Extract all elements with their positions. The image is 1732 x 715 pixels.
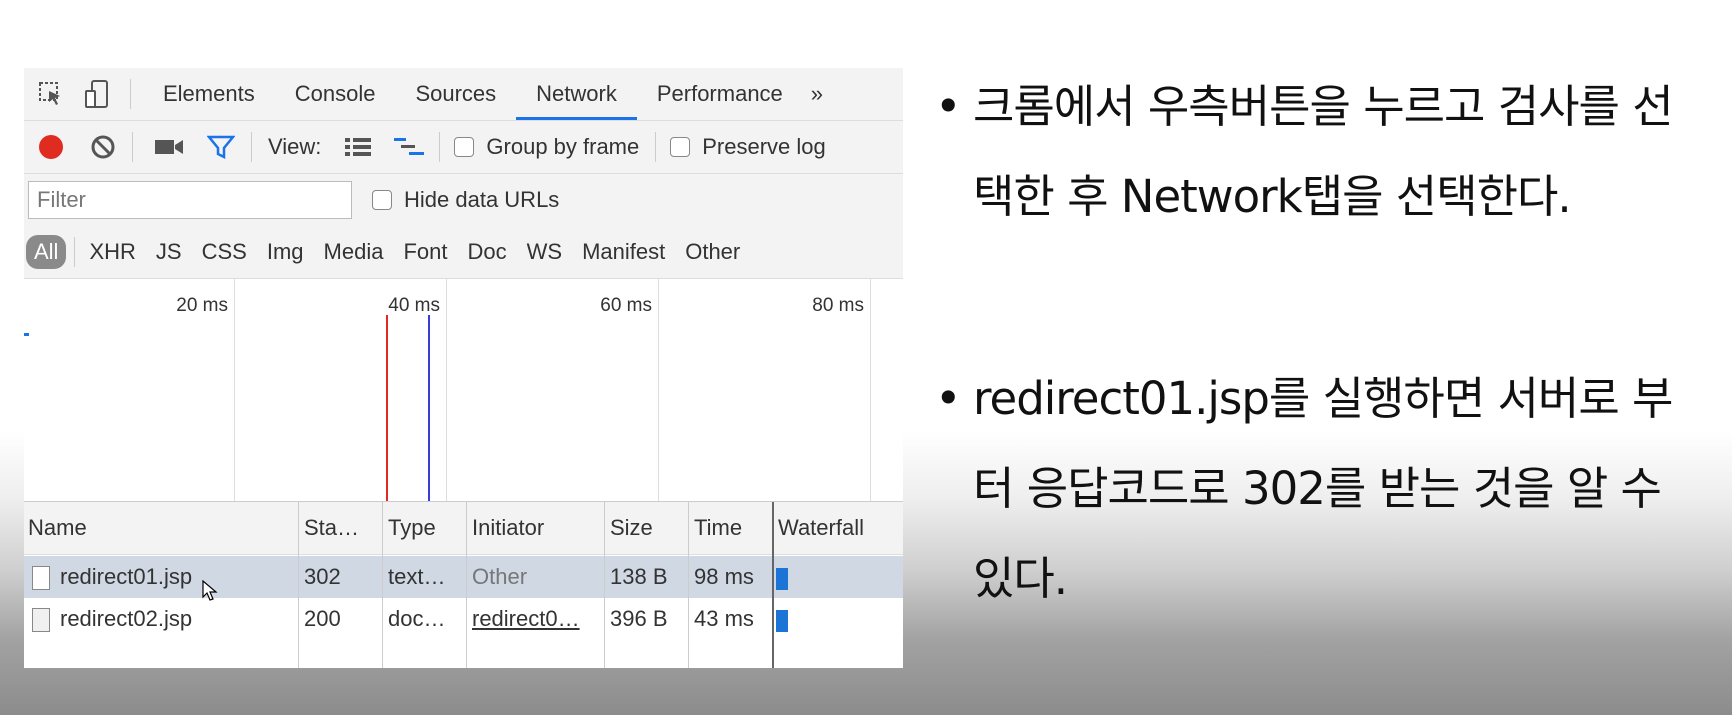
type-filter-media[interactable]: Media [314,239,394,265]
load-event-line [386,315,388,501]
request-name-cell[interactable]: redirect01.jsp [24,556,298,598]
hide-data-urls-label: Hide data URLs [404,187,560,212]
network-toolbar: View: Group by frame Preserve log [24,121,903,174]
type-cell: text… [388,564,446,589]
document-file-icon [32,608,50,633]
timeline-tick-label: 20 ms [176,295,228,316]
record-icon[interactable] [36,134,66,160]
bullet-dot: • [935,80,962,133]
column-header-size[interactable]: Size [606,502,690,554]
initiator-cell: Other [472,564,528,589]
large-rows-list-icon[interactable] [343,136,373,158]
group-by-frame-checkbox[interactable] [454,137,475,157]
status-cell: 200 [304,606,341,631]
request-name: redirect01.jsp [60,564,193,589]
type-filter-css[interactable]: CSS [192,239,257,265]
tab-network[interactable]: Network [516,68,637,120]
column-header-time[interactable]: Time [690,502,774,554]
tab-sources[interactable]: Sources [395,68,516,120]
resource-type-filter-bar: All XHR JS CSS Img Media Font Doc WS Man… [24,226,903,279]
column-divider [688,502,689,668]
note-text: redirect01.jsp를 실행하면 서버로 부터 응답코드로 302를 받… [973,372,1673,605]
timeline-tick-label: 80 ms [812,295,864,316]
hide-data-urls-checkbox[interactable] [372,190,392,210]
type-filter-doc[interactable]: Doc [457,239,516,265]
divider [130,79,131,109]
column-header-status[interactable]: Sta… [300,502,384,554]
initiator-link[interactable]: redirect0… [468,598,602,640]
timeline-gridline [446,279,447,501]
waterfall-bar [776,610,788,632]
size-cell: 396 B [610,606,668,631]
clear-icon[interactable] [88,134,118,160]
filter-funnel-icon[interactable] [205,134,237,160]
timeline-request-tick [24,333,29,336]
time-cell: 43 ms [694,606,754,631]
type-filter-font[interactable]: Font [393,239,457,265]
waterfall-divider [772,502,774,668]
column-divider [298,502,299,668]
column-header-initiator[interactable]: Initiator [468,502,602,554]
type-filter-other[interactable]: Other [675,239,750,265]
more-tabs-chevron-icon[interactable]: » [803,68,831,120]
filter-input[interactable] [28,181,352,219]
column-header-waterfall[interactable]: Waterfall [774,502,903,554]
dom-content-loaded-line [428,315,430,501]
timeline-tick-label: 40 ms [388,295,440,316]
overview-waterfall-icon[interactable] [393,136,425,158]
column-divider [466,502,467,668]
divider [74,237,76,267]
tab-console[interactable]: Console [275,68,396,120]
file-icon [32,566,50,591]
type-filter-all[interactable]: All [26,235,67,269]
group-by-frame-label: Group by frame [486,134,640,159]
status-cell: 302 [304,564,341,589]
tab-performance[interactable]: Performance [637,68,803,120]
network-request-table: Name Sta… Type Initiator Size Time Water… [24,502,903,668]
type-cell: doc… [388,606,446,631]
tab-elements[interactable]: Elements [143,68,275,120]
size-cell: 138 B [610,564,668,589]
column-divider [604,502,605,668]
devtools-panel: Elements Console Sources Network Perform… [24,68,903,668]
filter-bar: Hide data URLs [24,174,903,226]
device-toolbar-icon[interactable] [82,79,112,109]
timeline-tick-label: 60 ms [600,295,652,316]
type-filter-xhr[interactable]: XHR [79,239,145,265]
type-filter-js[interactable]: JS [146,239,192,265]
time-cell: 98 ms [694,564,754,589]
timeline-gridline [658,279,659,501]
type-filter-img[interactable]: Img [257,239,314,265]
divider [132,132,133,162]
inspect-element-icon[interactable] [36,81,66,107]
view-label: View: [268,134,322,159]
type-filter-manifest[interactable]: Manifest [572,239,675,265]
bullet-dot: • [935,372,962,425]
column-header-type[interactable]: Type [384,502,468,554]
divider [251,132,252,162]
waterfall-bar [776,568,788,590]
divider [439,132,441,162]
overview-timeline[interactable]: 20 ms 40 ms 60 ms 80 ms [24,279,903,502]
timeline-gridline [870,279,871,501]
preserve-log-label: Preserve log [702,134,826,159]
type-filter-ws[interactable]: WS [517,239,572,265]
timeline-gridline [234,279,235,501]
column-header-name[interactable]: Name [24,502,318,554]
mouse-cursor-icon [202,579,218,607]
request-name-cell[interactable]: redirect02.jsp [24,598,298,640]
devtools-tab-bar: Elements Console Sources Network Perform… [24,68,903,121]
screenshot-camera-icon[interactable] [153,137,185,157]
request-name: redirect02.jsp [60,606,193,631]
preserve-log-checkbox[interactable] [670,137,691,157]
note-text: 크롬에서 우측버튼을 누르고 검사를 선택한 후 Network탭을 선택한다. [973,80,1674,223]
divider [655,132,657,162]
column-divider [382,502,383,668]
